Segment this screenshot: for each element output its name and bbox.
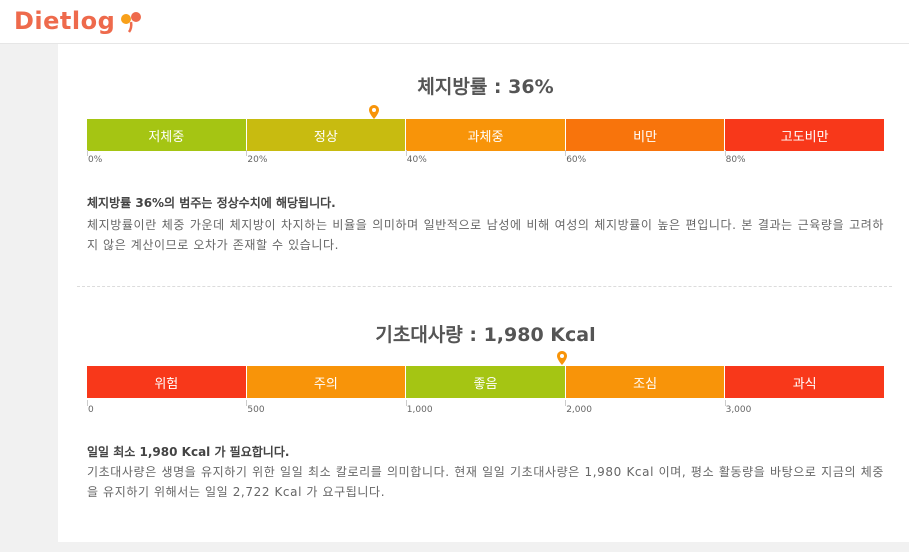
tick-label: 0%: [87, 150, 103, 165]
body-fat-seg-severely-obese: 고도비만: [725, 119, 884, 151]
body-fat-marker-icon: [368, 105, 379, 119]
body-fat-seg-underweight: 저체중: [87, 119, 247, 151]
bmr-seg-careful: 조심: [565, 366, 726, 398]
top-header: Dietlog: [0, 0, 909, 44]
result-card: 체지방률 : 36% 저체중 정상 과체중 비만 고도비만 0% 20% 40%…: [58, 44, 909, 542]
bmr-description: 기초대사량은 생명을 유지하기 위한 일일 최소 칼로리를 의미합니다. 현재 …: [87, 465, 884, 499]
bmr-seg-danger: 위험: [87, 366, 247, 398]
body-fat-summary: 체지방률 36%의 범주는 정상수치에 해당됩니다.: [87, 196, 336, 210]
body-fat-ticks: 0% 20% 40% 60% 80%: [87, 150, 884, 169]
body-fat-title: 체지방률 : 36%: [417, 76, 554, 98]
bmr-title: 기초대사량 : 1,980 Kcal: [375, 324, 596, 346]
bmr-seg-good: 좋음: [406, 366, 566, 398]
logo-mark-icon: [121, 12, 142, 33]
body-fat-seg-normal: 정상: [246, 119, 407, 151]
body-fat-description: 체지방률이란 체중 가운데 체지방이 차지하는 비율을 의미하며 일반적으로 남…: [87, 218, 884, 252]
section-divider: [77, 286, 892, 287]
bmr-summary: 일일 최소 1,980 Kcal 가 필요합니다.: [87, 445, 290, 459]
bmr-seg-overeating: 과식: [725, 366, 884, 398]
tick-label: 20%: [246, 150, 268, 165]
body-fat-seg-overweight: 과체중: [406, 119, 566, 151]
tick-label: 3,000: [724, 400, 752, 415]
tick-label: 80%: [724, 150, 746, 165]
logo-text: Dietlog: [14, 7, 116, 35]
dietlog-logo[interactable]: Dietlog: [14, 6, 145, 36]
tick-label: 40%: [405, 150, 427, 165]
tick-label: 1,000: [405, 400, 433, 415]
body-fat-seg-obese: 비만: [565, 119, 726, 151]
bmr-ticks: 0 500 1,000 2,000 3,000: [87, 400, 884, 419]
tick-label: 500: [246, 400, 265, 415]
tick-label: 0: [87, 400, 94, 415]
tick-label: 60%: [565, 150, 587, 165]
body-fat-bar: 저체중 정상 과체중 비만 고도비만: [87, 119, 884, 151]
bmr-bar: 위험 주의 좋음 조심 과식: [87, 366, 884, 398]
bmr-seg-caution: 주의: [246, 366, 407, 398]
tick-label: 2,000: [565, 400, 592, 415]
bmr-marker-icon: [557, 351, 567, 365]
